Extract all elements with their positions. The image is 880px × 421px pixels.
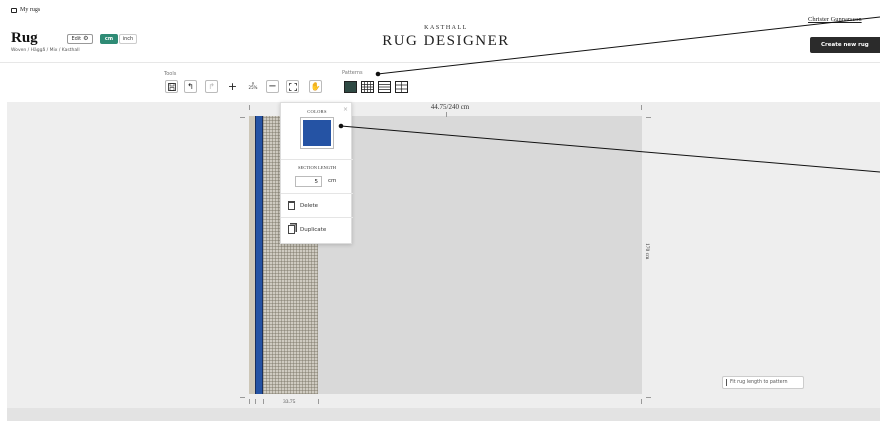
pattern-block-icon [394,80,408,93]
breadcrumb[interactable]: My rugs [11,7,40,13]
gear-icon: ⚙ [83,35,89,42]
pattern-block-button[interactable] [394,80,408,93]
create-new-rug-button[interactable]: Create new rug [810,37,880,53]
zoom-in-button[interactable]: + [226,80,239,93]
folder-icon [11,7,17,13]
unit-toggle[interactable]: cm inch [100,34,137,44]
app-title: RUG DESIGNER [382,33,510,49]
delete-label: Delete [300,202,319,209]
popup-divider [281,159,353,160]
colors-popup: COLORS × SECTION LENGTH 5 cm Delete Dupl… [280,102,353,244]
fit-rug-length-button[interactable]: Fit rug length to pattern [722,376,804,389]
save-button[interactable] [165,80,178,93]
tools-label: Tools [164,71,177,77]
unit-inch-button[interactable]: inch [119,34,137,44]
edit-button[interactable]: Edit ⚙ [67,34,93,44]
popup-divider [281,217,353,218]
ruler-tick [646,397,651,398]
section-length-input[interactable]: 5 [295,176,322,187]
ruler-tick [641,105,642,110]
rug-height-label: 170 cm [644,243,650,260]
ruler-tick [255,399,256,404]
fit-screen-button[interactable] [286,80,299,93]
pattern-solid-button[interactable] [343,80,357,93]
close-icon[interactable]: × [343,106,348,113]
ruler-tick [646,117,651,118]
bottom-bar [7,408,880,421]
redo-icon: ↱ [208,81,215,91]
breadcrumb-label[interactable]: My rugs [20,7,40,13]
trash-icon [288,201,295,210]
unit-cm-button[interactable]: cm [100,34,118,44]
pattern-grid-button[interactable] [360,80,374,93]
ruler-tick [249,105,250,110]
zoom-out-button[interactable]: − [266,80,279,93]
edit-label: Edit [71,36,82,42]
section-width-label: 33.75 [283,399,296,405]
section-length-label: SECTION LENGTH [297,165,337,170]
pattern-lines-icon [377,80,391,93]
zoom-value: 25% [248,85,258,90]
user-name-link[interactable]: Christer Gunnarsson [808,16,862,23]
duplicate-label: Duplicate [300,226,327,233]
fit-rug-length-label: Fit rug length to pattern [730,380,788,385]
page-title: Rug [11,30,38,46]
popup-divider [281,193,353,194]
ruler-tick [249,399,250,404]
expand-icon [288,82,297,91]
undo-icon: ↰ [187,81,194,91]
rug-subtitle: Woven / Häggå / Mix / Kasthall [11,48,80,53]
undo-button[interactable]: ↰ [184,80,197,93]
redo-button[interactable]: ↱ [205,80,218,93]
ruler-tick [318,399,319,404]
rug-width-label: 44.75/240 cm [430,103,470,111]
delete-button[interactable]: Delete [288,201,318,210]
ruler-tick [240,117,245,118]
color-swatch[interactable] [303,120,331,146]
ruler-tick [263,399,264,404]
duplicate-button[interactable]: Duplicate [288,225,326,234]
plus-icon: + [227,80,238,93]
zoom-level: ⚲ 25% [246,78,260,94]
fit-icon [726,379,727,386]
ruler-tick [641,399,642,404]
patterns-label: Patterns [342,70,363,76]
header-divider [0,62,880,63]
pattern-grid-icon [360,80,374,93]
minus-icon: − [268,80,277,92]
ruler-tick [446,112,447,117]
pattern-solid-icon [343,80,357,93]
section-length-unit: cm [328,178,337,184]
brand-name: KASTHALL [424,25,468,31]
duplicate-icon [288,225,295,234]
hand-icon: ✋ [310,81,321,91]
annotation-dot [375,71,381,77]
save-icon [167,82,176,91]
page: My rugs Rug Edit ⚙ cm inch Woven / Häggå… [0,0,880,421]
pan-button[interactable]: ✋ [309,80,322,93]
pattern-lines-button[interactable] [377,80,391,93]
ruler-tick [240,397,245,398]
rug-section-blue[interactable] [255,116,263,394]
